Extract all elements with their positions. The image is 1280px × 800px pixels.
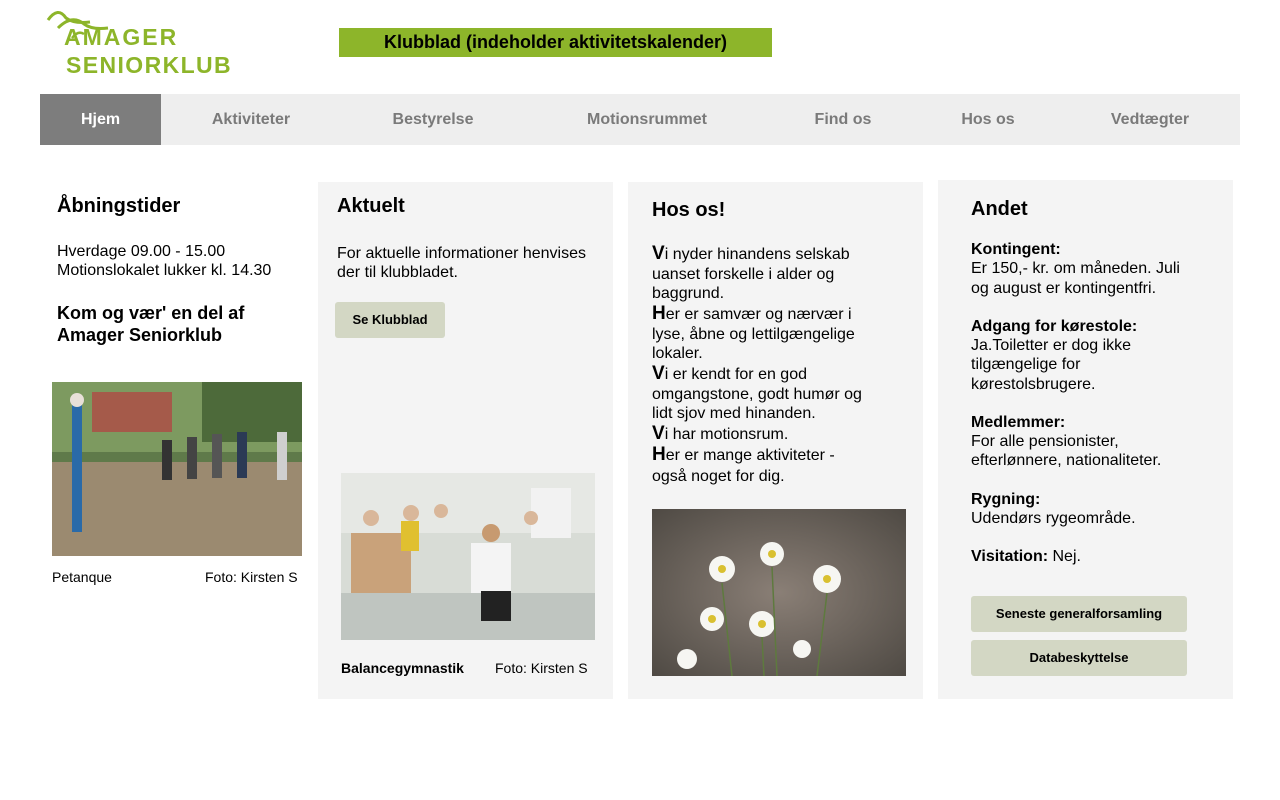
members-label: Medlemmer: xyxy=(971,414,1066,431)
hos-os-line-1c: baggrund. xyxy=(652,285,725,302)
dropcap: V xyxy=(652,423,665,444)
hos-os-line-1: Vi nyder hinandens selskab xyxy=(652,244,850,265)
wheelchair-text-1: Ja.Toiletter er dog ikke xyxy=(971,337,1132,354)
dropcap: H xyxy=(652,444,666,465)
data-protection-button[interactable]: Databeskyttelse xyxy=(971,640,1187,676)
kontingent-text-1: Er 150,- kr. om måneden. Juli xyxy=(971,260,1180,277)
smoking-label: Rygning: xyxy=(971,491,1041,508)
hos-os-text: i er kendt for en god xyxy=(664,366,807,383)
hos-os-line-5: Her er mange aktiviteter - xyxy=(652,445,835,466)
invite-line-1: Kom og vær' en del af xyxy=(57,303,245,323)
opening-hours-title: Åbningstider xyxy=(57,195,181,217)
hos-os-text: i har motionsrum. xyxy=(664,426,789,443)
visitation-row: Visitation: Nej. xyxy=(971,547,1081,567)
aktuelt-title: Aktuelt xyxy=(337,195,405,217)
aktuelt-text-2: der til klubbladet. xyxy=(337,264,458,281)
petanque-photo xyxy=(52,382,302,556)
site-logo[interactable]: AMAGER SENIORKLUB xyxy=(44,4,244,80)
nav-item-hjem[interactable]: Hjem xyxy=(40,94,161,145)
invite-line-2: Amager Seniorklub xyxy=(57,325,223,345)
visitation-label: Visitation: xyxy=(971,548,1049,565)
dropcap: V xyxy=(652,243,665,264)
hos-os-line-2b: lyse, åbne og lettilgængelige xyxy=(652,326,855,343)
hos-os-text: i nyder hinandens selskab xyxy=(664,246,850,263)
nav-item-find-os[interactable]: Find os xyxy=(783,94,903,145)
hos-os-line-3: Vi er kendt for en god xyxy=(652,364,807,385)
nav-item-aktiviteter[interactable]: Aktiviteter xyxy=(181,94,321,145)
hos-os-line-3b: omgangstone, godt humør og xyxy=(652,386,862,403)
petanque-credit: Foto: Kirsten S xyxy=(205,569,298,585)
hos-os-line-3c: lidt sjov med hinanden. xyxy=(652,405,816,422)
logo-text-seniorklub: SENIORKLUB xyxy=(66,52,233,78)
opening-hours-gym: Motionslokalet lukker kl. 14.30 xyxy=(57,262,272,279)
nav-item-vedtaegter[interactable]: Vedtægter xyxy=(1090,94,1210,145)
hos-os-text: er er samvær og nærvær i xyxy=(665,306,852,323)
kontingent-text-2: og august er kontingentfri. xyxy=(971,280,1157,297)
aktuelt-text-1: For aktuelle informationer henvises xyxy=(337,245,587,262)
members-text-1: For alle pensionister, xyxy=(971,433,1119,450)
wheelchair-text-3: kørestolsbrugere. xyxy=(971,376,1096,393)
nav-item-bestyrelse[interactable]: Bestyrelse xyxy=(363,94,503,145)
wheelchair-label: Adgang for kørestole: xyxy=(971,318,1138,335)
balancegymnastik-credit: Foto: Kirsten S xyxy=(495,660,588,676)
klubblad-banner-link[interactable]: Klubblad (indeholder aktivitetskalender) xyxy=(339,28,772,57)
wheelchair-text-2: tilgængelige for xyxy=(971,356,1081,373)
kontingent-label: Kontingent: xyxy=(971,241,1061,258)
visitation-text: Nej. xyxy=(1048,548,1081,565)
dropcap: V xyxy=(652,363,665,384)
members-text-2: efterlønnere, nationaliteter. xyxy=(971,452,1162,469)
hos-os-text: er er mange aktiviteter - xyxy=(665,447,835,464)
hos-os-line-2c: lokaler. xyxy=(652,345,703,362)
hos-os-line-1b: uanset forskelle i alder og xyxy=(652,266,835,283)
hos-os-line-2: Her er samvær og nærvær i xyxy=(652,304,852,325)
petanque-caption: Petanque xyxy=(52,569,112,585)
opening-hours-weekdays: Hverdage 09.00 - 15.00 xyxy=(57,243,226,260)
andet-title: Andet xyxy=(971,198,1028,220)
general-assembly-button[interactable]: Seneste generalforsamling xyxy=(971,596,1187,632)
nav-item-hos-os[interactable]: Hos os xyxy=(933,94,1043,145)
hos-os-title: Hos os! xyxy=(652,199,726,221)
nav-item-motionsrummet[interactable]: Motionsrummet xyxy=(567,94,727,145)
se-klubblad-button[interactable]: Se Klubblad xyxy=(335,302,445,338)
hos-os-line-4: Vi har motionsrum. xyxy=(652,424,788,445)
dropcap: H xyxy=(652,303,666,324)
flowers-photo xyxy=(652,509,906,676)
balancegymnastik-caption: Balancegymnastik xyxy=(341,660,464,676)
balancegymnastik-photo xyxy=(341,473,595,640)
logo-text-amager: AMAGER xyxy=(64,24,179,50)
smoking-text: Udendørs rygeområde. xyxy=(971,510,1136,527)
hos-os-line-5b: også noget for dig. xyxy=(652,468,785,485)
main-nav: Hjem Aktiviteter Bestyrelse Motionsrumme… xyxy=(40,94,1240,145)
